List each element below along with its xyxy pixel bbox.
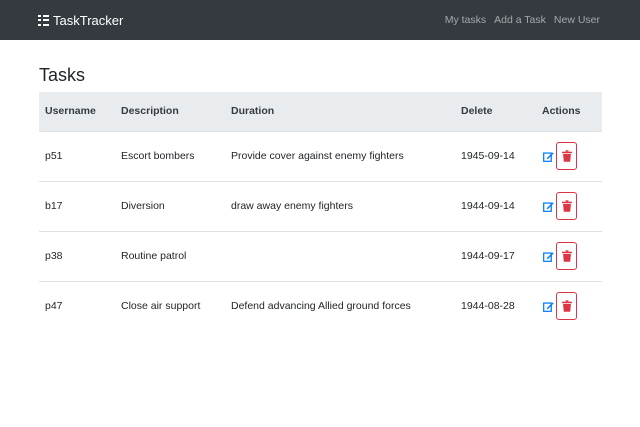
cell-description: Close air support [121,300,201,313]
brand-label: TaskTracker [53,12,124,28]
nav-add-task[interactable]: Add a Task [494,14,546,26]
trash-icon [561,300,572,312]
cell-username: p38 [45,250,63,262]
delete-button[interactable] [556,292,577,321]
edit-icon[interactable] [542,150,554,162]
cell-duration [225,231,455,281]
header-description: Description [115,92,225,132]
edit-icon[interactable] [542,250,554,262]
edit-icon[interactable] [542,200,554,212]
cell-duration: draw away enemy fighters [231,200,353,212]
cell-username: p47 [45,300,63,313]
trash-icon [561,150,572,162]
cell-actions [536,281,602,331]
cell-username: b17 [45,200,63,212]
delete-button[interactable] [556,142,577,170]
table-header-row: Username Description Duration Delete Act… [39,92,602,132]
header-delete: Delete [455,92,536,132]
list-icon [38,14,49,26]
cell-actions [536,181,602,231]
cell-description: Routine patrol [121,250,187,262]
edit-icon[interactable] [542,300,554,312]
cell-actions [536,131,602,181]
cell-delete-date: 1944-09-17 [461,250,515,262]
tasks-table: Username Description Duration Delete Act… [39,92,602,331]
delete-button[interactable] [556,242,577,270]
cell-duration: Provide cover against enemy fighters [231,150,404,162]
table-row: p51 Escort bombers Provide cover against… [39,131,602,181]
header-duration: Duration [225,92,455,132]
table-row: p38 Routine patrol 1944-09-17 [39,231,602,281]
table-row: p47 Close air support Defend advancing A… [39,281,602,331]
main-content: Tasks Username Description Duration Dele… [0,64,640,331]
nav-new-user[interactable]: New User [554,14,600,26]
page-title: Tasks [39,65,86,85]
nav-my-tasks[interactable]: My tasks [445,14,486,26]
delete-button[interactable] [556,192,577,220]
cell-delete-date: 1944-08-28 [461,300,515,313]
cell-description: Escort bombers [121,150,195,162]
table-row: b17 Diversion draw away enemy fighters 1… [39,181,602,231]
cell-delete-date: 1945-09-14 [461,150,515,162]
cell-delete-date: 1944-09-14 [461,200,515,212]
cell-username: p51 [45,150,63,162]
trash-icon [561,250,572,262]
header-actions: Actions [536,92,602,132]
cell-duration: Defend advancing Allied ground forces [231,300,411,313]
cell-actions [536,231,602,281]
navbar: TaskTracker My tasks Add a Task New User [0,0,640,40]
trash-icon [561,200,572,212]
header-username: Username [39,92,115,132]
cell-description: Diversion [121,200,165,212]
nav-links: My tasks Add a Task New User [445,14,600,26]
brand-link[interactable]: TaskTracker [38,13,123,28]
